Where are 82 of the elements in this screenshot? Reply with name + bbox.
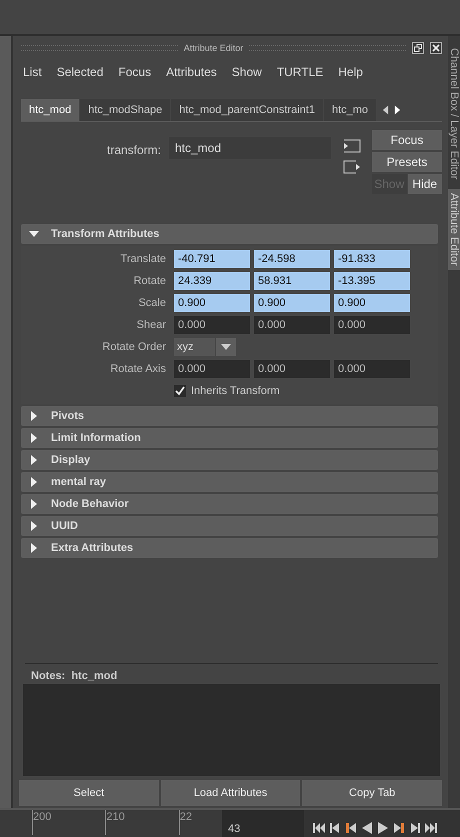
menu-item[interactable]: Selected [56, 65, 104, 85]
panel-button[interactable]: Presets [372, 152, 442, 172]
attribute-field[interactable]: 0.900 [254, 294, 330, 312]
section-header[interactable]: mental ray [21, 472, 438, 492]
section-header[interactable]: Limit Information [21, 428, 438, 448]
side-tab[interactable]: Channel Box / Layer Editor [448, 44, 460, 184]
bottom-button[interactable]: Copy Tab [302, 780, 442, 806]
step-forward-icon[interactable] [408, 822, 422, 834]
expand-arrow-icon [29, 411, 39, 421]
attribute-field[interactable]: -24.598 [254, 250, 330, 268]
time-ruler[interactable]: 200 210 22 [0, 810, 222, 837]
attribute-field[interactable]: 58.931 [254, 272, 330, 290]
play-backward-icon[interactable] [360, 822, 374, 834]
bottom-button[interactable]: Load Attributes [160, 780, 300, 806]
transform-label: transform: [106, 143, 162, 157]
section-header[interactable]: Extra Attributes [21, 538, 438, 558]
next-key-icon[interactable] [392, 822, 406, 834]
expand-arrow-icon [29, 543, 39, 553]
attribute-label: Rotate Axis [109, 363, 167, 375]
step-back-icon[interactable] [328, 822, 342, 834]
section-header[interactable]: UUID [21, 516, 438, 536]
attribute-field[interactable]: 0.000 [254, 316, 330, 334]
checkbox[interactable] [174, 385, 186, 397]
section-header[interactable]: Transform Attributes [21, 224, 438, 244]
expand-arrow-icon [29, 521, 39, 531]
frame-number: 210 [105, 810, 125, 835]
attribute-field[interactable]: -13.395 [334, 272, 410, 290]
menu-item[interactable]: Help [338, 65, 363, 85]
load-output-icon[interactable] [343, 160, 361, 174]
transform-name-field[interactable]: htc_mod [169, 137, 331, 159]
float-icon[interactable] [412, 42, 424, 54]
attribute-field[interactable]: 0.000 [254, 360, 330, 378]
attribute-field[interactable]: 0.000 [334, 316, 410, 334]
attribute-field[interactable]: 0.000 [174, 360, 250, 378]
go-to-start-icon[interactable] [312, 822, 326, 834]
attribute-field[interactable]: -40.791 [174, 250, 250, 268]
attribute-field[interactable]: 0.000 [334, 360, 410, 378]
attribute-label: Rotate [132, 275, 167, 287]
load-input-icon[interactable] [343, 139, 361, 153]
attribute-field[interactable]: -91.833 [334, 250, 410, 268]
node-tab[interactable]: htc_modShape [80, 99, 170, 121]
menu-item[interactable]: Focus [118, 65, 152, 85]
notes-label: Notes: htc_mod [30, 670, 118, 684]
frame-number: 200 [32, 810, 52, 835]
node-tab[interactable]: htc_mod_parentConstraint1 [171, 99, 323, 121]
bottom-button[interactable]: Select [19, 780, 159, 806]
attribute-label: Shear [136, 319, 167, 331]
attribute-label: Rotate Order [101, 341, 167, 353]
expand-arrow-icon [29, 229, 39, 239]
panel-button[interactable]: Focus [372, 130, 442, 150]
expand-arrow-icon [29, 433, 39, 443]
node-tab[interactable]: htc_mod [21, 99, 80, 121]
section-header[interactable]: Node Behavior [21, 494, 438, 514]
expand-arrow-icon [29, 499, 39, 509]
tab-scroll-right-icon[interactable] [394, 105, 402, 115]
expand-arrow-icon [29, 477, 39, 487]
section-header[interactable]: Pivots [21, 406, 438, 426]
dropdown-arrow-icon [221, 344, 231, 350]
attribute-field[interactable]: 0.000 [174, 316, 250, 334]
play-forward-icon[interactable] [376, 822, 390, 834]
menu-item[interactable]: List [23, 65, 42, 85]
section-header[interactable]: Display [21, 450, 438, 470]
close-icon[interactable] [430, 42, 442, 54]
current-frame-field[interactable]: 43 [222, 810, 304, 837]
attribute-label: Scale [137, 297, 167, 309]
checkbox-label: Inherits Transform [191, 385, 280, 397]
visibility-toggle[interactable]: Hide [408, 174, 442, 194]
tab-scroll-left-icon[interactable] [382, 105, 390, 115]
menu-item[interactable]: TURTLE [276, 65, 324, 85]
menu-item[interactable]: Attributes [166, 65, 217, 85]
menu-item[interactable]: Show [232, 65, 262, 85]
attribute-label: Translate [120, 253, 167, 265]
node-tab[interactable]: htc_mo [324, 99, 376, 121]
side-tab[interactable]: Attribute Editor [448, 189, 460, 270]
panel-title: Attribute Editor [184, 43, 244, 53]
frame-number: 22 [178, 810, 192, 835]
previous-key-icon[interactable] [344, 822, 358, 834]
attribute-field[interactable]: 0.900 [174, 294, 250, 312]
expand-arrow-icon [29, 455, 39, 465]
go-to-end-icon[interactable] [424, 822, 438, 834]
attribute-field[interactable]: 0.900 [334, 294, 410, 312]
attribute-field[interactable]: 24.339 [174, 272, 250, 290]
